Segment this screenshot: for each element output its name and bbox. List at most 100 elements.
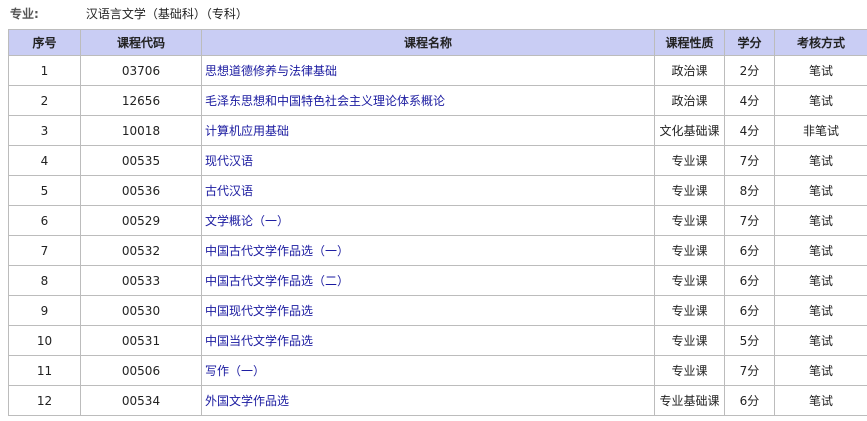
- cell-seq: 8: [8, 265, 81, 296]
- cell-name: 思想道德修养与法律基础: [201, 55, 655, 86]
- header-exam: 考核方式: [774, 29, 867, 56]
- cell-seq: 12: [8, 385, 81, 416]
- cell-code: 00533: [80, 265, 202, 296]
- cell-name: 中国古代文学作品选（一）: [201, 235, 655, 266]
- cell-seq: 7: [8, 235, 81, 266]
- cell-seq: 10: [8, 325, 81, 356]
- course-name-link[interactable]: 毛泽东思想和中国特色社会主义理论体系概论: [205, 94, 445, 108]
- cell-code: 00529: [80, 205, 202, 236]
- cell-code: 00531: [80, 325, 202, 356]
- cell-credit: 7分: [724, 205, 775, 236]
- cell-type: 专业课: [654, 205, 725, 236]
- cell-type: 专业课: [654, 175, 725, 206]
- cell-code: 12656: [80, 85, 202, 116]
- cell-credit: 6分: [724, 385, 775, 416]
- cell-exam: 笔试: [774, 295, 867, 326]
- cell-code: 03706: [80, 55, 202, 86]
- header-code: 课程代码: [80, 29, 202, 56]
- table-row: 5 00536 古代汉语 专业课 8分 笔试: [8, 175, 867, 206]
- major-label: 专业:: [10, 7, 39, 21]
- cell-code: 10018: [80, 115, 202, 146]
- cell-seq: 4: [8, 145, 81, 176]
- cell-type: 专业基础课: [654, 385, 725, 416]
- course-name-link[interactable]: 外国文学作品选: [205, 394, 289, 408]
- cell-exam: 笔试: [774, 235, 867, 266]
- cell-exam: 笔试: [774, 355, 867, 386]
- table-row: 11 00506 写作（一） 专业课 7分 笔试: [8, 355, 867, 386]
- course-name-link[interactable]: 文学概论（一）: [205, 214, 289, 228]
- cell-credit: 7分: [724, 355, 775, 386]
- course-name-link[interactable]: 现代汉语: [205, 154, 253, 168]
- header-seq: 序号: [8, 29, 81, 56]
- cell-credit: 7分: [724, 145, 775, 176]
- cell-name: 古代汉语: [201, 175, 655, 206]
- cell-type: 专业课: [654, 265, 725, 296]
- cell-exam: 笔试: [774, 325, 867, 356]
- table-row: 9 00530 中国现代文学作品选 专业课 6分 笔试: [8, 295, 867, 326]
- cell-seq: 11: [8, 355, 81, 386]
- major-line: 专业: 汉语言文学（基础科）（专科）: [10, 5, 248, 23]
- course-name-link[interactable]: 中国现代文学作品选: [205, 304, 313, 318]
- cell-seq: 9: [8, 295, 81, 326]
- cell-seq: 2: [8, 85, 81, 116]
- course-name-link[interactable]: 中国当代文学作品选: [205, 334, 313, 348]
- cell-credit: 2分: [724, 55, 775, 86]
- cell-credit: 6分: [724, 295, 775, 326]
- cell-exam: 笔试: [774, 145, 867, 176]
- course-table: 序号 课程代码 课程名称 课程性质 学分 考核方式 1 03706 思想道德修养与法…: [8, 29, 867, 416]
- cell-code: 00506: [80, 355, 202, 386]
- cell-credit: 6分: [724, 235, 775, 266]
- cell-exam: 笔试: [774, 175, 867, 206]
- cell-type: 专业课: [654, 355, 725, 386]
- cell-credit: 8分: [724, 175, 775, 206]
- cell-exam: 非笔试: [774, 115, 867, 146]
- cell-name: 中国现代文学作品选: [201, 295, 655, 326]
- table-row: 7 00532 中国古代文学作品选（一） 专业课 6分 笔试: [8, 235, 867, 266]
- cell-seq: 5: [8, 175, 81, 206]
- cell-seq: 1: [8, 55, 81, 86]
- cell-exam: 笔试: [774, 85, 867, 116]
- cell-name: 中国古代文学作品选（二）: [201, 265, 655, 296]
- cell-seq: 3: [8, 115, 81, 146]
- cell-credit: 6分: [724, 265, 775, 296]
- course-name-link[interactable]: 计算机应用基础: [205, 124, 289, 138]
- cell-exam: 笔试: [774, 385, 867, 416]
- table-row: 4 00535 现代汉语 专业课 7分 笔试: [8, 145, 867, 176]
- cell-name: 计算机应用基础: [201, 115, 655, 146]
- major-value: 汉语言文学（基础科）（专科）: [85, 7, 248, 21]
- cell-name: 写作（一）: [201, 355, 655, 386]
- table-row: 12 00534 外国文学作品选 专业基础课 6分 笔试: [8, 385, 867, 416]
- cell-code: 00530: [80, 295, 202, 326]
- table-row: 3 10018 计算机应用基础 文化基础课 4分 非笔试: [8, 115, 867, 146]
- header-name: 课程名称: [201, 29, 655, 56]
- cell-code: 00536: [80, 175, 202, 206]
- cell-name: 毛泽东思想和中国特色社会主义理论体系概论: [201, 85, 655, 116]
- cell-type: 专业课: [654, 235, 725, 266]
- cell-credit: 5分: [724, 325, 775, 356]
- cell-type: 文化基础课: [654, 115, 725, 146]
- cell-exam: 笔试: [774, 205, 867, 236]
- cell-name: 外国文学作品选: [201, 385, 655, 416]
- table-header-row: 序号 课程代码 课程名称 课程性质 学分 考核方式: [8, 29, 867, 56]
- cell-seq: 6: [8, 205, 81, 236]
- cell-exam: 笔试: [774, 55, 867, 86]
- cell-code: 00535: [80, 145, 202, 176]
- course-name-link[interactable]: 中国古代文学作品选（一）: [205, 244, 349, 258]
- course-name-link[interactable]: 思想道德修养与法律基础: [205, 64, 337, 78]
- cell-type: 专业课: [654, 145, 725, 176]
- table-row: 8 00533 中国古代文学作品选（二） 专业课 6分 笔试: [8, 265, 867, 296]
- cell-type: 政治课: [654, 85, 725, 116]
- table-row: 2 12656 毛泽东思想和中国特色社会主义理论体系概论 政治课 4分 笔试: [8, 85, 867, 116]
- course-name-link[interactable]: 写作（一）: [205, 364, 265, 378]
- course-name-link[interactable]: 中国古代文学作品选（二）: [205, 274, 349, 288]
- cell-name: 中国当代文学作品选: [201, 325, 655, 356]
- header-type: 课程性质: [654, 29, 725, 56]
- header-credit: 学分: [724, 29, 775, 56]
- table-row: 10 00531 中国当代文学作品选 专业课 5分 笔试: [8, 325, 867, 356]
- cell-type: 政治课: [654, 55, 725, 86]
- table-row: 6 00529 文学概论（一） 专业课 7分 笔试: [8, 205, 867, 236]
- table-row: 1 03706 思想道德修养与法律基础 政治课 2分 笔试: [8, 55, 867, 86]
- course-name-link[interactable]: 古代汉语: [205, 184, 253, 198]
- cell-credit: 4分: [724, 115, 775, 146]
- cell-code: 00532: [80, 235, 202, 266]
